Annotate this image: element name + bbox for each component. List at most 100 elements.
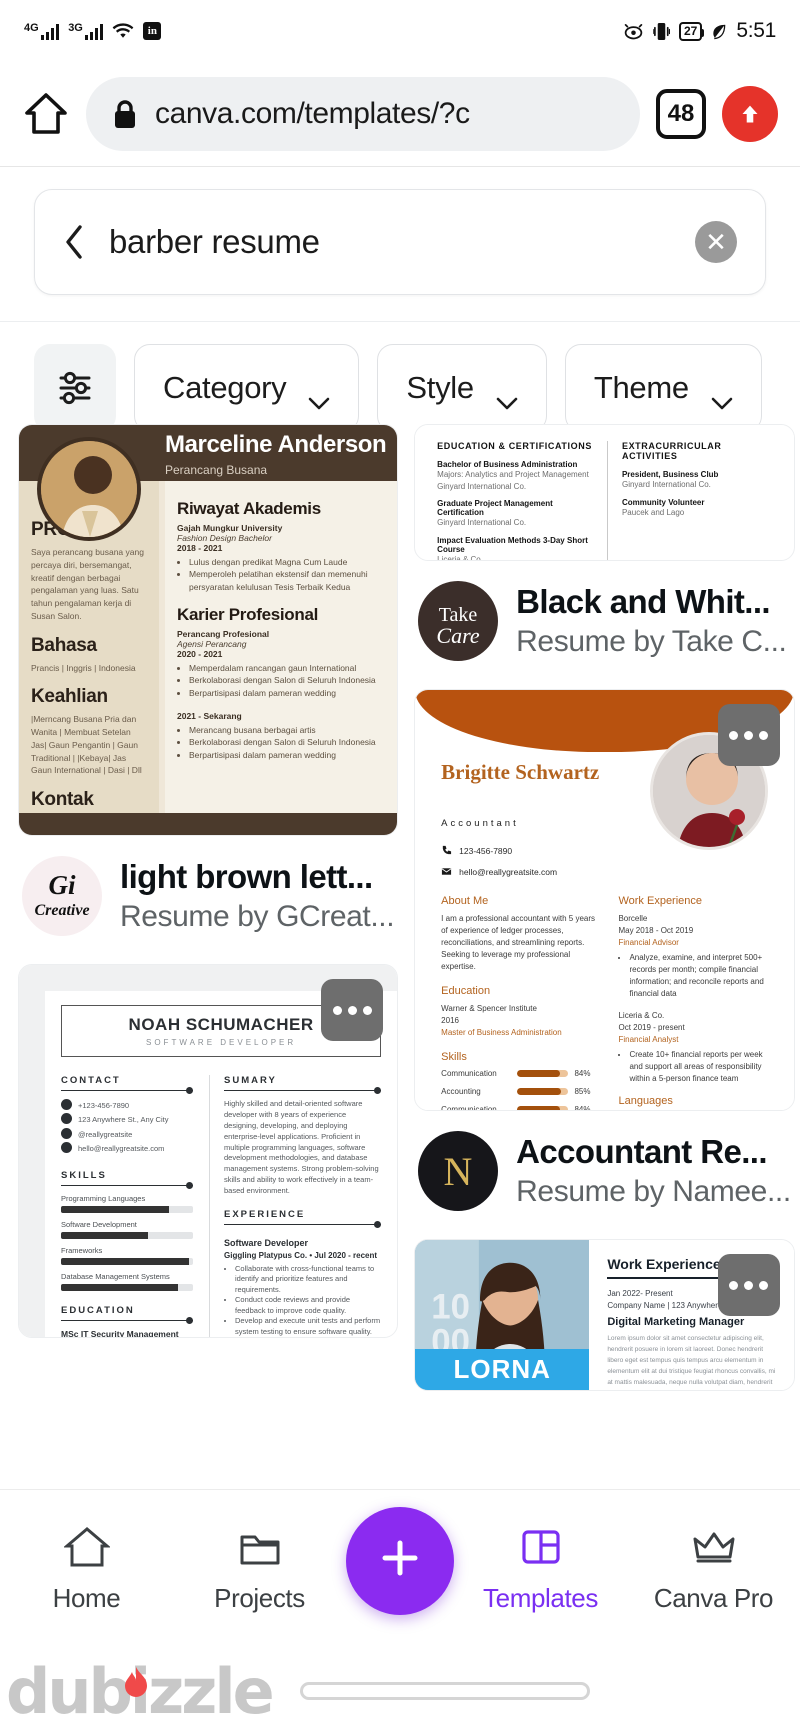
nav-item-home[interactable]: Home <box>0 1525 173 1614</box>
filter-chip-theme[interactable]: Theme <box>564 344 762 432</box>
template-meta-text: light brown lett... Resume by GCreat... <box>120 858 394 934</box>
marceline-name: Marceline Anderson <box>165 431 387 458</box>
bw-extracurricular-column: EXTRACURRICULAR ACTIVITIES President, Bu… <box>606 441 778 560</box>
nav-item-home-label: Home <box>52 1583 121 1613</box>
list-item: Develop and execute unit tests and perfo… <box>235 1316 381 1337</box>
template-card-accountant[interactable]: Brigitte Schwartz Accountant 123-456-789… <box>414 689 795 1111</box>
brigitte-skill-value: 84% <box>574 1069 591 1078</box>
lorna-portrait: 10 00 LORNA <box>415 1240 590 1390</box>
create-design-button[interactable] <box>346 1506 454 1615</box>
template-title: Accountant Re... <box>516 1133 767 1171</box>
marceline-keahlian-text: |Merncang Busana Pria dan Wanita | Membu… <box>31 714 142 776</box>
nav-item-projects[interactable]: Projects <box>173 1525 346 1614</box>
more-options-icon[interactable] <box>717 1254 780 1316</box>
template-card-light-brown[interactable]: Marceline Anderson Perancang Busana PROF… <box>18 424 399 836</box>
svg-text:Gi: Gi <box>49 870 76 900</box>
noah-skill-row: Programming Languages <box>61 1194 193 1213</box>
brigitte-name: Brigitte Schwartz <box>441 760 600 784</box>
tab-count-button[interactable]: 48 <box>656 89 706 139</box>
noah-exp-role: Software Developer <box>224 1237 309 1248</box>
template-meta-light-brown[interactable]: Gi Creative light brown lett... Resume b… <box>18 850 398 950</box>
battery-saver-leaf-icon <box>711 23 727 40</box>
brigitte-skills-heading: Skills <box>441 1051 467 1063</box>
phone-icon <box>443 845 452 855</box>
marceline-role: Perancang Busana <box>165 463 268 477</box>
filter-chip-theme-label: Theme <box>593 370 689 405</box>
avatar: Take Care <box>418 581 499 661</box>
template-card-black-and-white[interactable]: EDUCATION & CERTIFICATIONS Bachelor of B… <box>414 424 795 561</box>
noah-experience-1: Software Developer Giggling Platypus Co.… <box>224 1233 381 1337</box>
search-input[interactable]: barber resume <box>109 223 671 261</box>
avatar: N <box>418 1131 499 1211</box>
template-thumbnail-noah: NOAH SCHUMACHER SOFTWARE DEVELOPER CONTA… <box>19 965 398 1337</box>
noah-skill-bar <box>61 1284 193 1291</box>
template-meta-text: Black and Whit... Resume by Take C... <box>516 583 791 659</box>
noah-sheet: NOAH SCHUMACHER SOFTWARE DEVELOPER CONTA… <box>45 991 398 1337</box>
noah-contact-address: 123 Anywhere St., Any City <box>78 1115 169 1125</box>
list-item: Conduct code reviews and provide feedbac… <box>235 1295 381 1316</box>
template-author: Resume by GCreat... <box>120 899 395 933</box>
flame-icon <box>123 1643 149 1697</box>
template-results-grid[interactable]: Marceline Anderson Perancang Busana PROF… <box>0 424 800 1573</box>
brigitte-edu-degree: Master of Business Administration <box>441 1028 562 1037</box>
template-meta-black-and-white[interactable]: Take Care Black and Whit... Resume by Ta… <box>414 575 795 675</box>
lorna-role: Digital Marketing Manager <box>607 1316 745 1328</box>
battery-indicator: 27 <box>678 21 705 41</box>
template-thumbnail-brigitte: Brigitte Schwartz Accountant 123-456-789… <box>415 690 794 1110</box>
plus-icon <box>375 1533 425 1588</box>
gesture-bar[interactable] <box>299 1682 590 1700</box>
brigitte-about-text: I am a professional accountant with 5 ye… <box>441 914 596 971</box>
noah-skill-bar <box>61 1206 193 1213</box>
template-card-noah[interactable]: NOAH SCHUMACHER SOFTWARE DEVELOPER CONTA… <box>18 964 399 1338</box>
brigitte-skill-bar <box>517 1106 569 1110</box>
nav-item-templates[interactable]: Templates <box>454 1525 627 1614</box>
brigitte-role: Accountant <box>441 818 519 829</box>
marceline-karier-org: Agensi Perancang <box>177 638 247 649</box>
wifi-icon <box>112 22 134 40</box>
brigitte-edu-year: 2016 <box>441 1016 459 1025</box>
bw-edu-detail: Ginyard International Co. <box>437 518 527 528</box>
more-options-icon[interactable] <box>717 704 780 766</box>
filter-chip-style-label: Style <box>406 370 474 405</box>
status-right: 27 5:51 <box>623 19 776 43</box>
brigitte-phone-row: 123-456-7890 <box>441 845 512 856</box>
browser-toolbar: canva.com/templates/?c 48 <box>0 62 800 167</box>
url-bar[interactable]: canva.com/templates/?c <box>86 77 640 151</box>
filter-chip-category[interactable]: Category <box>134 344 360 432</box>
signal-2: 3G <box>68 22 104 40</box>
brigitte-skill-value: 84% <box>574 1105 591 1110</box>
marceline-profil-text: Saya perancang busana yang percaya diri,… <box>31 547 144 621</box>
sliders-filter-icon[interactable] <box>34 344 116 432</box>
noah-skill-row: Software Development <box>61 1220 193 1239</box>
marceline-keahlian-heading: Keahlian <box>31 686 108 708</box>
filter-chip-style[interactable]: Style <box>377 344 547 432</box>
back-chevron-icon[interactable] <box>63 224 85 260</box>
bw-extracurricular-heading: EXTRACURRICULAR ACTIVITIES <box>621 441 722 461</box>
list-item: Lulus dengan predikat Magna Cum Laude <box>189 556 385 568</box>
brigitte-languages-heading: Languages <box>618 1095 673 1107</box>
brigitte-skill-row: Communication 84% <box>441 1105 600 1110</box>
nav-item-canva-pro[interactable]: Canva Pro <box>627 1525 800 1614</box>
brigitte-work-bullets: Analyze, examine, and interpret 500+ rec… <box>629 952 777 1000</box>
more-options-icon[interactable] <box>321 979 384 1041</box>
marceline-akademis-school: Gajah Mungkur University <box>177 523 283 533</box>
alarm-eye-icon <box>623 22 644 40</box>
list-item: Berpartisipasi dalam pameran wedding <box>189 749 385 761</box>
noah-skill-row: Database Management Systems <box>61 1272 193 1291</box>
marceline-karier-bullets-1: Memperdalam rancangan gaun International… <box>189 662 385 699</box>
noah-exp-bullets: Collaborate with cross-functional teams … <box>235 1264 381 1337</box>
upload-arrow-icon[interactable] <box>722 86 778 142</box>
search-bar[interactable]: barber resume ✕ <box>34 189 766 295</box>
brigitte-left-column: About Me I am a professional accountant … <box>441 895 600 1110</box>
template-meta-text: Accountant Re... Resume by Namee... <box>516 1133 791 1209</box>
brigitte-education-heading: Education <box>441 985 491 997</box>
nav-item-canva-pro-label: Canva Pro <box>653 1583 774 1613</box>
clock-label: 5:51 <box>736 19 776 42</box>
template-card-lorna[interactable]: 10 00 LORNA Work Experience Jan 2022- Pr… <box>414 1239 795 1391</box>
template-meta-accountant[interactable]: N Accountant Re... Resume by Namee... <box>414 1125 795 1225</box>
signal-bars-1 <box>40 23 60 40</box>
status-left: 4G 3G in <box>24 22 162 40</box>
web-icon <box>61 1127 72 1139</box>
home-icon[interactable] <box>22 90 70 138</box>
clear-x-icon[interactable]: ✕ <box>695 221 737 263</box>
